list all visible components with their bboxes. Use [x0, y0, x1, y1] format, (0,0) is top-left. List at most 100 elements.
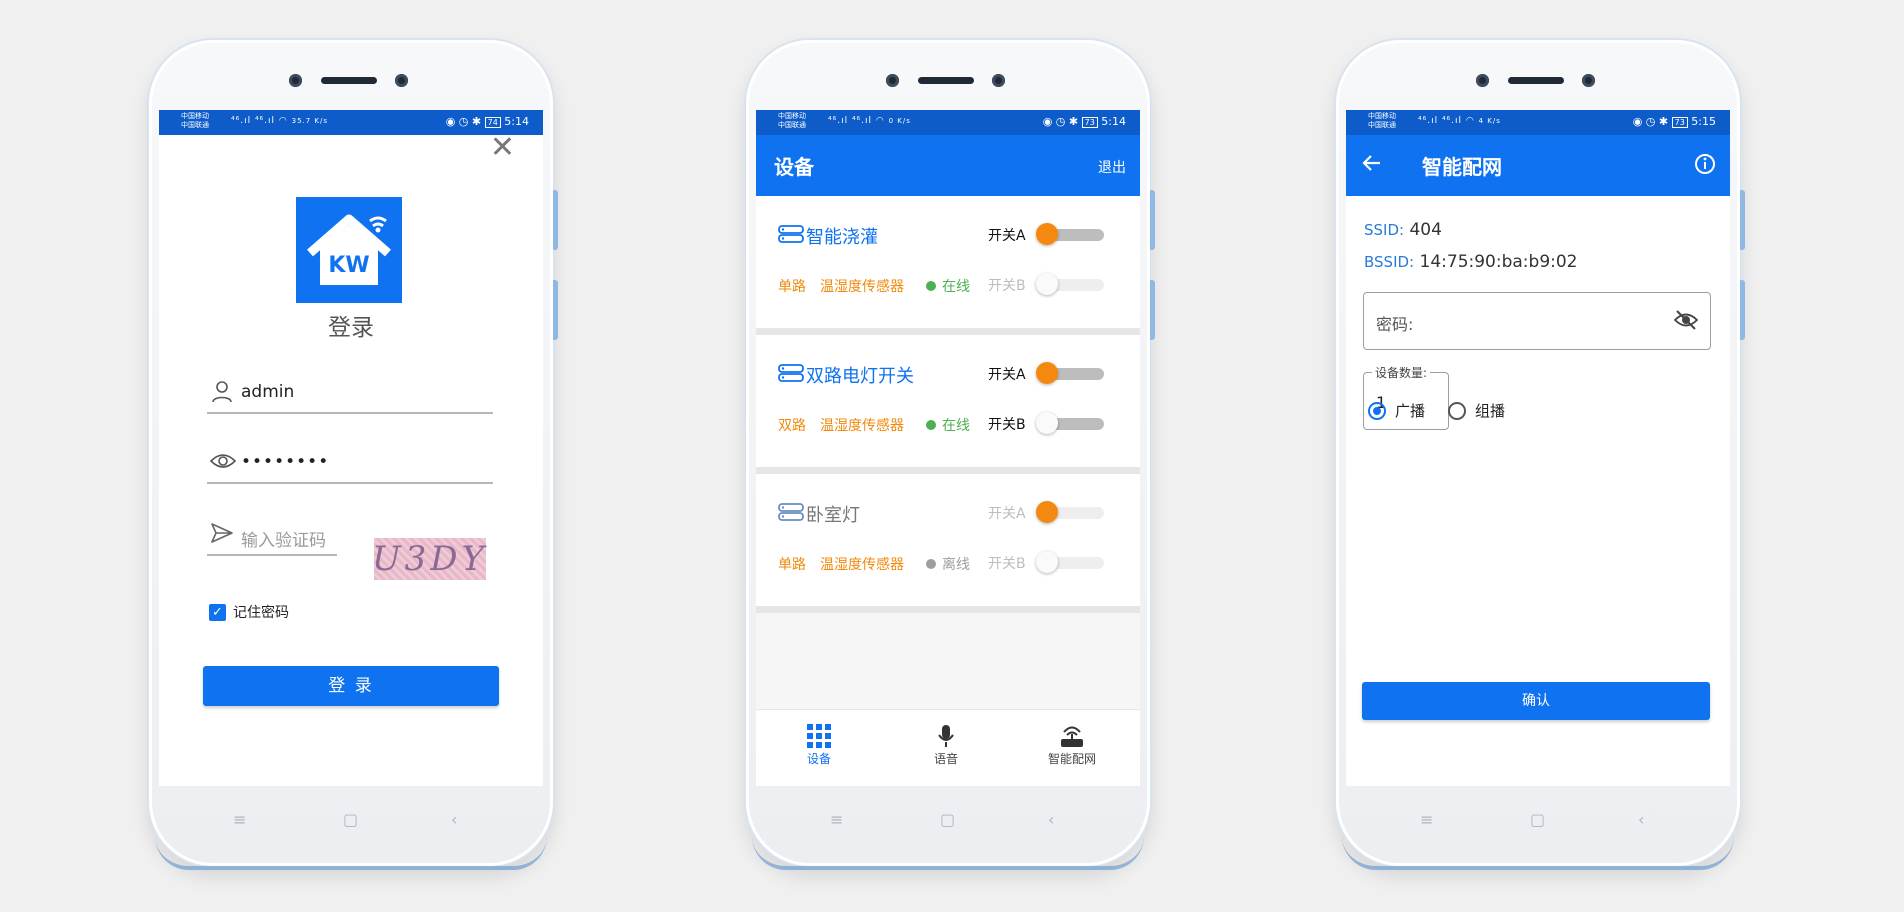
- switch-a-toggle[interactable]: 开关A: [988, 222, 1116, 246]
- back-icon[interactable]: ‹: [1048, 810, 1054, 829]
- info-icon[interactable]: [1694, 153, 1716, 179]
- signal-icon: ⁴⁶.ıl ⁴⁶.ıl ◠ 0 K/s: [828, 116, 911, 126]
- sensor-tag: 温湿度传感器: [820, 557, 904, 573]
- switch-a-thumb[interactable]: [1036, 362, 1058, 384]
- switch-a-thumb[interactable]: [1036, 223, 1058, 245]
- switch-b-toggle[interactable]: 开关B: [988, 411, 1116, 435]
- password-label: 密码:: [1376, 315, 1414, 334]
- wifi-password-field[interactable]: 密码:: [1363, 292, 1711, 350]
- volume-button: [1740, 190, 1745, 250]
- power-button: [553, 280, 558, 340]
- house-wifi-icon: [307, 214, 391, 285]
- username-field[interactable]: admin: [207, 372, 493, 414]
- menu-icon[interactable]: ≡: [233, 810, 246, 829]
- app-logo: KW: [296, 197, 402, 303]
- carrier-label: 中国移动: [181, 112, 209, 120]
- carrier-label: 中国联通: [778, 121, 806, 129]
- radio-unselected-icon[interactable]: [1448, 401, 1466, 420]
- menu-icon[interactable]: ≡: [830, 810, 843, 829]
- switch-b-thumb[interactable]: [1036, 273, 1058, 295]
- clock: 5:14: [1101, 115, 1126, 128]
- logo-text: KW: [328, 253, 370, 278]
- menu-icon[interactable]: ≡: [1420, 810, 1433, 829]
- nav-tab-devices[interactable]: 设备: [774, 722, 864, 767]
- device-name: 智能浇灌: [806, 227, 878, 248]
- router-icon: [1027, 722, 1117, 750]
- home-icon[interactable]: ▢: [1530, 810, 1545, 829]
- switch-a-toggle[interactable]: 开关A: [988, 500, 1116, 524]
- status-label: 在线: [942, 418, 970, 434]
- username-input[interactable]: admin: [241, 382, 294, 402]
- radio-broadcast[interactable]: 广播: [1368, 400, 1425, 421]
- device-count-label: 设备数量:: [1372, 364, 1431, 381]
- channel-tag: 双路: [778, 418, 806, 434]
- microphone-icon: [901, 722, 991, 750]
- back-arrow-icon[interactable]: [1362, 153, 1382, 177]
- radio-multicast[interactable]: 组播: [1448, 400, 1505, 421]
- page-title: 设备: [774, 155, 814, 179]
- remember-password-checkbox[interactable]: ✓ 记住密码: [209, 602, 289, 622]
- carrier-label: 中国联通: [1368, 121, 1396, 129]
- app-bar: 设备 退出: [756, 135, 1140, 196]
- eye-icon[interactable]: [209, 449, 237, 473]
- checkbox-checked-icon[interactable]: ✓: [209, 603, 226, 621]
- back-icon[interactable]: ‹: [1638, 810, 1644, 829]
- carrier-label: 中国移动: [778, 112, 806, 120]
- sensor-tag: 温湿度传感器: [820, 279, 904, 295]
- switch-b-toggle[interactable]: 开关B: [988, 550, 1116, 574]
- remember-label: 记住密码: [233, 605, 289, 621]
- power-button: [1150, 280, 1155, 340]
- phone-login: 中国移动 中国联通 ⁴⁶.ıl ⁴⁶.ıl ◠ 35.7 K/s ◉ ◷ ✱ 74…: [149, 40, 558, 870]
- switch-b-label: 开关B: [988, 556, 1026, 572]
- password-field[interactable]: ••••••••: [207, 442, 493, 484]
- switch-b-label: 开关B: [988, 417, 1026, 433]
- send-icon: [210, 521, 234, 545]
- password-input[interactable]: ••••••••: [241, 452, 329, 472]
- home-icon[interactable]: ▢: [343, 810, 358, 829]
- sensor: [395, 74, 408, 87]
- captcha-image[interactable]: U3DY: [372, 538, 486, 580]
- page-title: 智能配网: [1422, 155, 1502, 179]
- device-tags: 单路 温湿度传感器: [778, 554, 918, 574]
- logout-button[interactable]: 退出: [1098, 157, 1126, 177]
- confirm-button[interactable]: 确认: [1362, 682, 1710, 720]
- home-icon[interactable]: ▢: [940, 810, 955, 829]
- login-button[interactable]: 登 录: [203, 666, 499, 706]
- volume-button: [553, 190, 558, 250]
- sensor-tag: 温湿度传感器: [820, 418, 904, 434]
- back-icon[interactable]: ‹: [451, 810, 457, 829]
- close-icon[interactable]: ✕: [490, 133, 515, 163]
- phone-devices: 中国移动 中国联通 ⁴⁶.ıl ⁴⁶.ıl ◠ 0 K/s ◉ ◷ ✱ 73 5:…: [746, 40, 1155, 870]
- status-badge: 在线: [926, 276, 970, 296]
- signal-icon: ⁴⁶.ıl ⁴⁶.ıl ◠ 4 K/s: [1418, 116, 1501, 126]
- front-camera: [1476, 74, 1489, 87]
- switch-b-toggle[interactable]: 开关B: [988, 272, 1116, 296]
- nav-tab-smart-config[interactable]: 智能配网: [1027, 722, 1117, 767]
- device-card[interactable]: 双路电灯开关双路 温湿度传感器 在线 开关A 开关B: [756, 335, 1140, 474]
- visibility-off-icon[interactable]: [1673, 309, 1699, 335]
- grid-icon: [774, 722, 864, 750]
- device-card[interactable]: 卧室灯 单路 温湿度传感器 离线 开关A 开关B: [756, 474, 1140, 613]
- device-card[interactable]: 智能浇灌 单路 温湿度传感器 在线 开关A 开关B: [756, 196, 1140, 335]
- sensor: [1582, 74, 1595, 87]
- status-bar: 中国移动 中国联通 ⁴⁶.ıl ⁴⁶.ıl ◠ 4 K/s ◉ ◷ ✱ 73 5:…: [1346, 110, 1730, 135]
- user-icon: [210, 379, 234, 403]
- switch-b-thumb[interactable]: [1036, 551, 1058, 573]
- captcha-field[interactable]: 输入验证码: [207, 514, 337, 556]
- captcha-input[interactable]: 输入验证码: [241, 526, 326, 551]
- switch-a-label: 开关A: [988, 228, 1026, 244]
- battery-icon: 74: [484, 117, 501, 128]
- sensor: [992, 74, 1005, 87]
- nav-label: 设备: [806, 752, 831, 766]
- device-tags: 双路 温湿度传感器: [778, 415, 918, 435]
- volume-button: [1150, 190, 1155, 250]
- radio-selected-icon[interactable]: [1368, 401, 1386, 420]
- switch-a-toggle[interactable]: 开关A: [988, 361, 1116, 385]
- status-icons: ◉ ◷ ✱: [445, 115, 482, 128]
- nav-tab-voice[interactable]: 语音: [901, 722, 991, 767]
- earpiece: [321, 77, 377, 84]
- switch-a-thumb[interactable]: [1036, 501, 1058, 523]
- switch-b-thumb[interactable]: [1036, 412, 1058, 434]
- device-name: 双路电灯开关: [806, 366, 914, 387]
- earpiece: [918, 77, 974, 84]
